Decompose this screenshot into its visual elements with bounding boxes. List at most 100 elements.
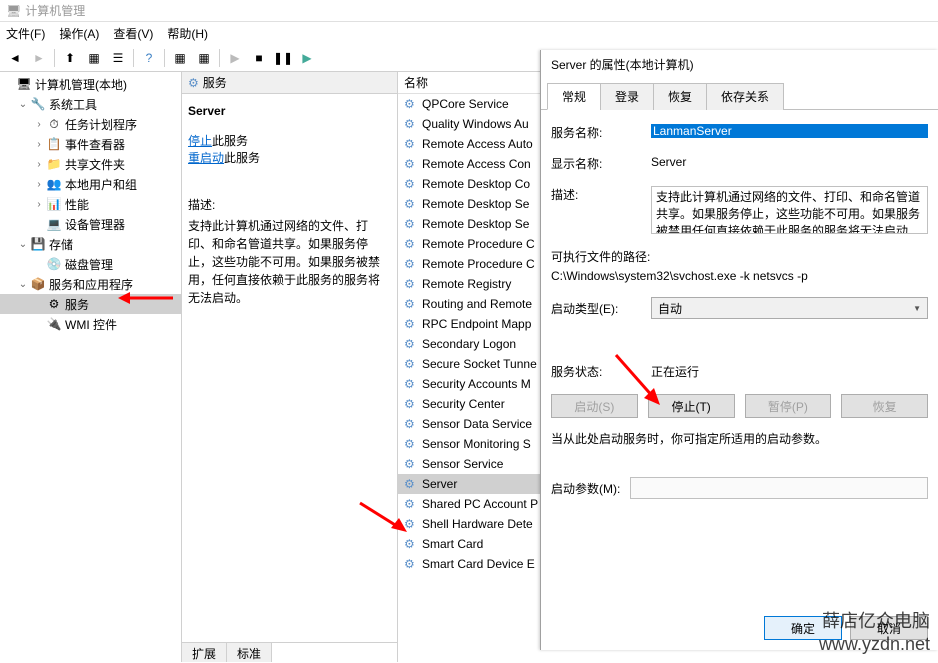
service-name: Shared PC Account P bbox=[422, 497, 538, 511]
gear-icon: ⚙ bbox=[404, 437, 418, 451]
gear-icon: ⚙ bbox=[404, 497, 418, 511]
service-name: Smart Card bbox=[422, 537, 483, 551]
desc-text: 支持此计算机通过网络的文件、打印、和命名管道共享。如果服务停止，这些功能不可用。… bbox=[188, 217, 391, 307]
pause-button[interactable]: 暂停(P) bbox=[745, 394, 832, 418]
service-name: QPCore Service bbox=[422, 97, 509, 111]
pause-button[interactable]: ❚❚ bbox=[272, 47, 294, 69]
show-hide-button[interactable]: ▦ bbox=[83, 47, 105, 69]
stop-link[interactable]: 停止 bbox=[188, 134, 212, 148]
up-button[interactable]: ⬆ bbox=[59, 47, 81, 69]
tab-recovery[interactable]: 恢复 bbox=[653, 83, 707, 110]
service-name: Sensor Data Service bbox=[422, 417, 532, 431]
status-value: 正在运行 bbox=[651, 363, 928, 380]
properties-button[interactable]: ☰ bbox=[107, 47, 129, 69]
menu-file[interactable]: 文件(F) bbox=[6, 25, 45, 42]
start-param-input[interactable] bbox=[630, 477, 928, 499]
restart-button[interactable]: ▶ bbox=[296, 47, 318, 69]
service-name: Quality Windows Au bbox=[422, 117, 529, 131]
gear-icon: ⚙ bbox=[404, 477, 418, 491]
service-name: Security Center bbox=[422, 397, 505, 411]
ok-button[interactable]: 确定 bbox=[764, 616, 842, 640]
desc-value[interactable]: 支持此计算机通过网络的文件、打印、和命名管道共享。如果服务停止，这些功能不可用。… bbox=[651, 186, 928, 234]
tree-performance[interactable]: ›📊性能 bbox=[0, 194, 181, 214]
gear-icon: ⚙ bbox=[404, 97, 418, 111]
stop-button[interactable]: 停止(T) bbox=[648, 394, 735, 418]
tree-system-tools[interactable]: ⌄🔧系统工具 bbox=[0, 94, 181, 114]
detail-header-text: 服务 bbox=[203, 74, 227, 91]
gear-icon: ⚙ bbox=[404, 237, 418, 251]
gear-icon: ⚙ bbox=[404, 377, 418, 391]
gear-icon: ⚙ bbox=[404, 277, 418, 291]
export-button[interactable]: ▦ bbox=[193, 47, 215, 69]
service-name: Sensor Monitoring S bbox=[422, 437, 531, 451]
gear-icon: ⚙ bbox=[404, 157, 418, 171]
tree-local-users[interactable]: ›👥本地用户和组 bbox=[0, 174, 181, 194]
tree-event-viewer[interactable]: ›📋事件查看器 bbox=[0, 134, 181, 154]
selected-service-title: Server bbox=[188, 104, 391, 118]
gear-icon: ⚙ bbox=[404, 537, 418, 551]
refresh-button[interactable]: ▦ bbox=[169, 47, 191, 69]
tree-shared-folders[interactable]: ›📁共享文件夹 bbox=[0, 154, 181, 174]
gear-icon: ⚙ bbox=[404, 317, 418, 331]
gear-icon: ⚙ bbox=[404, 217, 418, 231]
tree-task-scheduler[interactable]: ›⏱任务计划程序 bbox=[0, 114, 181, 134]
tab-extended[interactable]: 扩展 bbox=[182, 643, 227, 662]
detail-header: ⚙ 服务 bbox=[182, 72, 397, 94]
help-button[interactable]: ? bbox=[138, 47, 160, 69]
forward-button[interactable]: ► bbox=[28, 47, 50, 69]
start-button[interactable]: 启动(S) bbox=[551, 394, 638, 418]
app-icon: 🖥 bbox=[6, 4, 21, 18]
service-name: Secondary Logon bbox=[422, 337, 516, 351]
svc-name-value[interactable]: LanmanServer bbox=[651, 124, 928, 138]
startup-type-select[interactable]: 自动 ▼ bbox=[651, 297, 928, 319]
gear-icon: ⚙ bbox=[404, 117, 418, 131]
tree-root[interactable]: 🖥计算机管理(本地) bbox=[0, 74, 181, 94]
detail-pane: ⚙ 服务 Server 停止此服务 重启动此服务 描述: 支持此计算机通过网络的… bbox=[182, 72, 398, 662]
tab-logon[interactable]: 登录 bbox=[600, 83, 654, 110]
service-name: Remote Procedure C bbox=[422, 237, 535, 251]
tree-wmi[interactable]: 🔌WMI 控件 bbox=[0, 314, 181, 334]
gear-icon: ⚙ bbox=[404, 297, 418, 311]
gear-icon: ⚙ bbox=[404, 197, 418, 211]
tree-device-manager[interactable]: 💻设备管理器 bbox=[0, 214, 181, 234]
gear-icon: ⚙ bbox=[404, 137, 418, 151]
display-name-value: Server bbox=[651, 155, 928, 169]
gear-icon: ⚙ bbox=[404, 177, 418, 191]
service-name: Remote Procedure C bbox=[422, 257, 535, 271]
back-button[interactable]: ◄ bbox=[4, 47, 26, 69]
tab-dependencies[interactable]: 依存关系 bbox=[706, 83, 784, 110]
gear-icon: ⚙ bbox=[188, 76, 199, 90]
tree-services[interactable]: ⚙服务 bbox=[0, 294, 181, 314]
stop-button[interactable]: ■ bbox=[248, 47, 270, 69]
desc-label: 描述: bbox=[551, 186, 651, 203]
window-title: 计算机管理 bbox=[25, 2, 85, 19]
play-button[interactable]: ▶ bbox=[224, 47, 246, 69]
cancel-button[interactable]: 取消 bbox=[850, 616, 928, 640]
tree-disk-mgmt[interactable]: 💿磁盘管理 bbox=[0, 254, 181, 274]
startup-type-label: 启动类型(E): bbox=[551, 300, 651, 317]
tab-general[interactable]: 常规 bbox=[547, 83, 601, 110]
menu-help[interactable]: 帮助(H) bbox=[167, 25, 208, 42]
service-name: Remote Registry bbox=[422, 277, 511, 291]
path-value: C:\Windows\system32\svchost.exe -k netsv… bbox=[551, 269, 928, 283]
service-name: RPC Endpoint Mapp bbox=[422, 317, 531, 331]
path-label: 可执行文件的路径: bbox=[551, 248, 928, 265]
service-name: Remote Desktop Co bbox=[422, 177, 530, 191]
service-name: Remote Desktop Se bbox=[422, 217, 529, 231]
gear-icon: ⚙ bbox=[404, 397, 418, 411]
tab-standard[interactable]: 标准 bbox=[227, 643, 272, 662]
resume-button[interactable]: 恢复 bbox=[841, 394, 928, 418]
status-label: 服务状态: bbox=[551, 363, 651, 380]
tree-storage[interactable]: ⌄💾存储 bbox=[0, 234, 181, 254]
gear-icon: ⚙ bbox=[404, 457, 418, 471]
menubar: 文件(F) 操作(A) 查看(V) 帮助(H) bbox=[0, 22, 938, 44]
dialog-title: Server 的属性(本地计算机) bbox=[541, 50, 938, 78]
service-name: Secure Socket Tunne bbox=[422, 357, 537, 371]
start-param-label: 启动参数(M): bbox=[551, 480, 620, 497]
tree-services-apps[interactable]: ⌄📦服务和应用程序 bbox=[0, 274, 181, 294]
restart-link[interactable]: 重启动 bbox=[188, 151, 224, 165]
menu-action[interactable]: 操作(A) bbox=[59, 25, 99, 42]
menu-view[interactable]: 查看(V) bbox=[113, 25, 153, 42]
service-name: Security Accounts M bbox=[422, 377, 531, 391]
desc-label: 描述: bbox=[188, 196, 391, 213]
